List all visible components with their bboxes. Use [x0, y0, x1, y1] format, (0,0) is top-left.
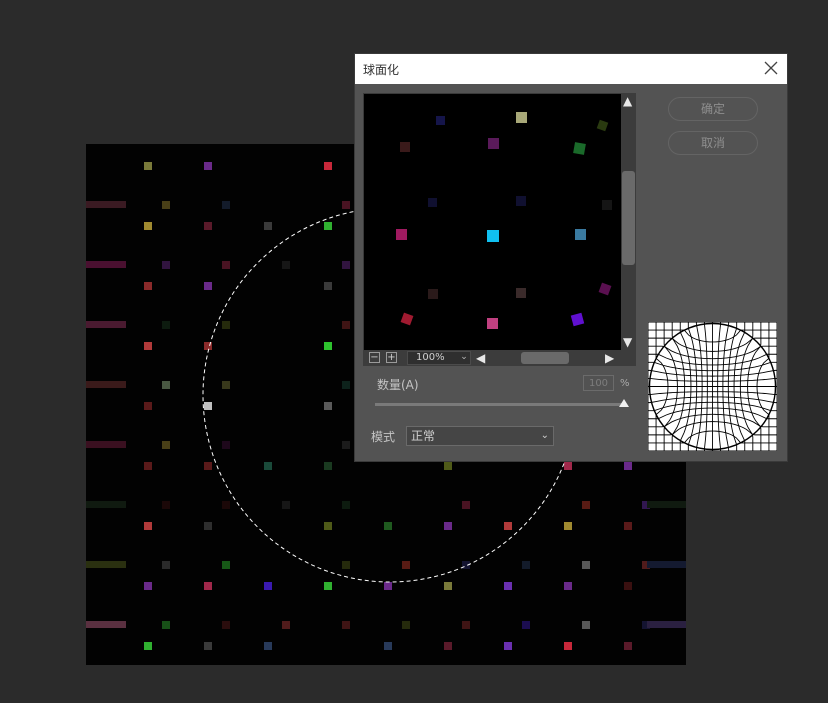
triangle-up-icon[interactable]: ▲	[623, 95, 632, 107]
chevron-down-icon[interactable]: ⌄	[457, 351, 471, 365]
amount-slider-track[interactable]	[375, 403, 624, 406]
mode-value: 正常	[411, 429, 436, 443]
preview-pixel	[573, 142, 586, 155]
close-icon[interactable]	[762, 59, 780, 77]
preview-pixel	[575, 229, 586, 240]
spherize-dialog: 球面化 ▲ ▼ − + 100% ⌄ ◀ ▶ 数量(A) 100 % 模式 正常…	[354, 53, 788, 462]
amount-unit: %	[620, 378, 630, 389]
zoom-in-icon[interactable]: +	[386, 352, 397, 363]
preview-pixel	[602, 200, 612, 210]
preview-pixel	[598, 282, 612, 296]
preview-pixel	[428, 289, 438, 299]
amount-slider-thumb[interactable]	[619, 399, 629, 407]
triangle-right-icon[interactable]: ▶	[605, 352, 614, 364]
horizontal-scroll-thumb[interactable]	[521, 352, 569, 364]
vertical-scroll-thumb[interactable]	[622, 171, 635, 265]
preview-pixel	[488, 138, 499, 149]
preview-pixel	[400, 312, 414, 326]
cancel-button[interactable]: 取消	[668, 131, 758, 155]
preview-pixel	[516, 112, 527, 123]
mode-label: 模式	[371, 430, 396, 444]
preview-pixel	[428, 198, 437, 207]
preview-pixel	[570, 312, 585, 327]
dialog-title: 球面化	[363, 63, 400, 77]
spherize-globe-icon	[648, 322, 777, 451]
triangle-down-icon[interactable]: ▼	[623, 336, 632, 348]
chevron-down-icon: ⌄	[540, 430, 549, 441]
preview-pixel	[436, 116, 445, 125]
triangle-left-icon[interactable]: ◀	[476, 352, 485, 364]
preview-pixel	[516, 196, 526, 206]
preview-toolbar: − + 100% ⌄ ◀ ▶	[363, 350, 636, 366]
zoom-value: 100%	[416, 352, 445, 363]
dialog-titlebar[interactable]: 球面化	[355, 54, 787, 84]
preview-vertical-scrollbar[interactable]: ▲ ▼	[621, 93, 636, 350]
preview-pixel	[400, 142, 410, 152]
filter-preview[interactable]	[363, 93, 622, 351]
preview-pixel	[487, 318, 498, 329]
zoom-out-icon[interactable]: −	[369, 352, 380, 363]
ok-button[interactable]: 确定	[668, 97, 758, 121]
preview-pixel	[516, 288, 526, 298]
amount-label: 数量(A)	[377, 378, 419, 392]
preview-pixel	[396, 229, 407, 240]
preview-pixel	[487, 230, 499, 242]
preview-pixel	[596, 119, 609, 132]
amount-input[interactable]: 100	[583, 375, 614, 391]
mode-select[interactable]: 正常 ⌄	[406, 426, 554, 446]
